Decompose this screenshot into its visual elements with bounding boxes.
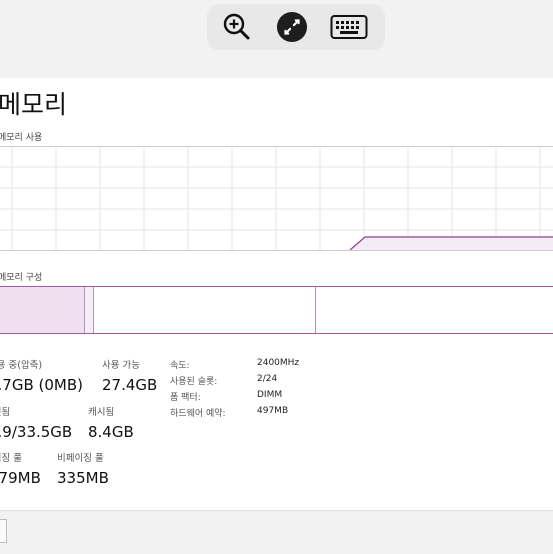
nonpaged-pool-label: 비페이징 풀 — [57, 453, 104, 464]
hardware-reserved-label: 하드웨어 예약: — [170, 409, 226, 419]
slots-label: 사용된 슬롯: — [170, 377, 218, 387]
memory-composition-bar — [0, 286, 553, 334]
slots-value: 2/24 — [257, 374, 278, 384]
zoom-in-icon[interactable] — [221, 11, 253, 43]
memory-usage-label: 메모리 사용 — [0, 133, 43, 143]
form-factor-value: DIMM — [257, 390, 283, 400]
keyboard-icon[interactable] — [329, 11, 369, 43]
nonpaged-pool-value: 335MB — [57, 469, 109, 487]
bottom-bar — [0, 510, 553, 554]
memory-usage-graph — [0, 146, 553, 251]
paged-pool-value: 479MB — [0, 469, 41, 487]
cached-label: 캐시됨 — [88, 407, 115, 418]
paged-pool-label: 페이징 풀 — [0, 453, 22, 464]
remote-toolbar — [207, 4, 385, 50]
speed-value: 2400MHz — [257, 358, 300, 368]
available-value: 27.4GB — [102, 376, 158, 394]
memory-composition-label: 메모리 구성 — [0, 273, 43, 283]
remote-desktop-icon[interactable] — [276, 11, 308, 43]
in-use-value: 6.7GB (0MB) — [0, 376, 84, 394]
available-label: 사용 가능 — [102, 360, 140, 371]
form-factor-label: 폼 팩터: — [170, 393, 201, 403]
speed-label: 속도: — [170, 361, 190, 371]
in-use-segment — [0, 287, 85, 333]
standby-divider — [315, 287, 316, 333]
in-use-label: 사용 중(압축) — [0, 360, 43, 371]
hardware-reserved-value: 497MB — [257, 406, 289, 416]
committed-label: 커밋됨 — [0, 407, 11, 418]
cached-value: 8.4GB — [88, 423, 134, 441]
bottom-left-control[interactable] — [0, 519, 7, 543]
committed-value: 7.9/33.5GB — [0, 423, 73, 441]
page-title: 메모리 — [0, 90, 68, 119]
modified-segment — [85, 287, 94, 333]
